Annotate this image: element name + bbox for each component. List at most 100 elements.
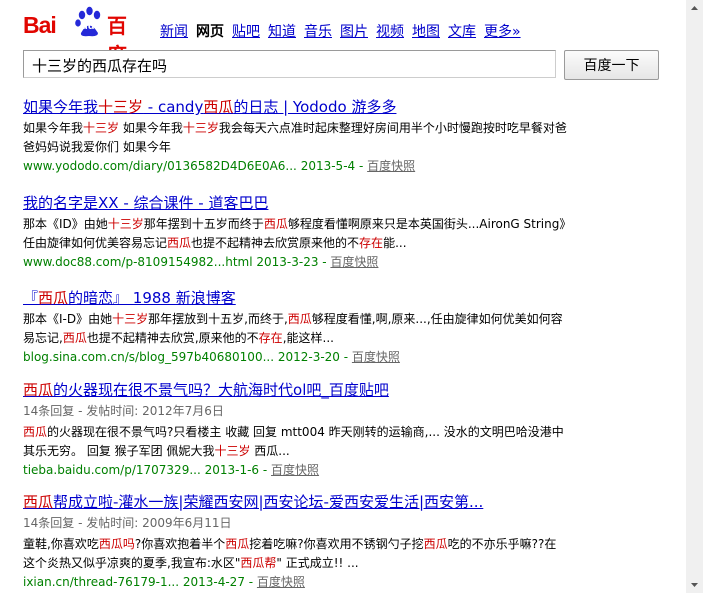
abstract-text: 西瓜... (250, 444, 290, 458)
highlight-text: 西瓜 (62, 331, 87, 345)
nav-item: 网页 (196, 24, 224, 40)
highlight-text: 西瓜 (203, 98, 234, 116)
result-title: 西瓜帮成立啦-灌水一族|荣耀西安网|西安论坛-爱西安爱生活|西安第... (23, 492, 568, 512)
abstract-text: 也提不起精神去欣赏原来他的不 (191, 236, 360, 250)
result-url-text: www.yododo.com/diary/0136582D4D6E0A6... … (23, 159, 368, 173)
abstract-text: " 正式成立!! ... (276, 556, 359, 570)
nav-item[interactable]: 知道 (268, 24, 296, 40)
snapshot-link[interactable]: 百度快照 (271, 463, 319, 477)
snapshot-link[interactable]: 百度快照 (257, 575, 305, 589)
nav-item[interactable]: 更多» (484, 24, 521, 40)
search-result: 『西瓜的暗恋』 1988 新浪博客 那本《I-D》由她十三岁那年摆放到十五岁,而终… (23, 288, 568, 366)
result-url: www.yododo.com/diary/0136582D4D6E0A6... … (23, 157, 568, 175)
result-title: 如果今年我十三岁 - candy西瓜的日志 | Yododo 游多多 (23, 97, 568, 117)
result-title-link[interactable]: 西瓜帮成立啦-灌水一族|荣耀西安网|西安论坛-爱西安爱生活|西安第... (23, 493, 483, 511)
nav-item[interactable]: 音乐 (304, 24, 332, 40)
highlight-text: 西瓜 (167, 236, 192, 250)
logo-du-text: du (81, 20, 95, 32)
baidu-logo[interactable]: Bai du 百度 (23, 6, 138, 67)
abstract-text: 那年摆放到十五岁,而终于, (148, 312, 288, 326)
result-title-link[interactable]: 西瓜的火器现在很不景气吗？大航海时代ol吧_百度贴吧 (23, 381, 389, 399)
result-url-text: www.doc88.com/p-8109154982...html 2013-3… (23, 255, 331, 269)
scroll-up-arrow-icon[interactable] (688, 2, 701, 15)
title-text: 『 (23, 289, 39, 307)
nav-item[interactable]: 文库 (448, 24, 476, 40)
title-text: 的暗恋』 1988 新浪博客 (68, 289, 236, 307)
abstract-text: ,能这样... (282, 331, 334, 345)
result-abstract: 西瓜的火器现在很不景气吗?只看楼主 收藏 回复 mtt004 昨天刚转的运输商,… (23, 423, 568, 461)
result-title: 西瓜的火器现在很不景气吗？大航海时代ol吧_百度贴吧 (23, 380, 568, 400)
highlight-text: 存在 (359, 236, 384, 250)
search-button[interactable]: 百度一下 (564, 50, 659, 80)
scrollbar[interactable] (686, 0, 703, 593)
abstract-text: 童鞋,你喜欢吃 (23, 537, 99, 551)
search-result: 我的名字是XX - 综合课件 - 道客巴巴那本《ID》由她十三岁那年摆到十五岁而… (23, 193, 568, 271)
title-text: 如果今年我 (23, 98, 99, 116)
nav-item[interactable]: 新闻 (160, 24, 188, 40)
title-text: 的日志 | Yododo 游多多 (233, 98, 397, 116)
nav-bar: 新闻 网页 贴吧 知道 音乐 图片 视频 地图 文库 更多» (160, 21, 529, 41)
result-title: 『西瓜的暗恋』 1988 新浪博客 (23, 288, 568, 308)
search-input[interactable] (30, 52, 554, 78)
abstract-text: ?你喜欢抱着半个 (134, 537, 226, 551)
highlight-text: 十三岁 (98, 98, 144, 116)
highlight-text: 西瓜 (23, 493, 54, 511)
abstract-text: 能... (383, 236, 407, 250)
highlight-text: 西瓜 (38, 289, 69, 307)
scroll-down-arrow-icon[interactable] (688, 578, 701, 591)
result-title-link[interactable]: 如果今年我十三岁 - candy西瓜的日志 | Yododo 游多多 (23, 98, 396, 116)
abstract-text: 的火器现在很不景气吗?只看楼主 收藏 回复 mtt004 昨天刚转的运输商,..… (23, 425, 564, 458)
result-meta: 14条回复 - 发帖时间: 2009年6月11日 (23, 516, 232, 530)
title-text: - candy (143, 98, 204, 116)
result-meta: 14条回复 - 发帖时间: 2012年7月6日 (23, 404, 224, 418)
highlight-text: 西瓜 (423, 537, 448, 551)
result-url: blog.sina.com.cn/s/blog_597b40680100... … (23, 348, 568, 366)
highlight-text: 十三岁 (182, 121, 219, 135)
result-url-text: blog.sina.com.cn/s/blog_597b40680100... … (23, 350, 352, 364)
result-abstract: 童鞋,你喜欢吃西瓜吗?你喜欢抱着半个西瓜挖着吃嘛?你喜欢用不锈钢勺子挖西瓜吃的不… (23, 535, 568, 573)
nav-item[interactable]: 地图 (412, 24, 440, 40)
highlight-text: 西瓜 (263, 217, 288, 231)
highlight-text: 西瓜 (225, 537, 250, 551)
highlight-text: 西瓜帮 (240, 556, 277, 570)
abstract-text: 挖着吃嘛?你喜欢用不锈钢勺子挖 (249, 537, 424, 551)
search-result: 西瓜的火器现在很不景气吗？大航海时代ol吧_百度贴吧 14条回复 - 发帖时间: … (23, 380, 568, 479)
result-url: ixian.cn/thread-76179-1... 2013-4-27 - 百… (23, 573, 568, 591)
highlight-text: 西瓜 (23, 381, 54, 399)
search-result: 如果今年我十三岁 - candy西瓜的日志 | Yododo 游多多 如果今年我十… (23, 97, 568, 175)
snapshot-link[interactable]: 百度快照 (330, 255, 378, 269)
highlight-text: 西瓜 (287, 312, 312, 326)
highlight-text: 十三岁 (83, 121, 120, 135)
abstract-text: 那本《I-D》由她 (23, 312, 113, 326)
abstract-text: 那年摆到十五岁而终于 (143, 217, 264, 231)
nav-item[interactable]: 视频 (376, 24, 404, 40)
title-text: 帮成立啦-灌水一族|荣耀西安网|西安论坛-爱西安爱生活|西安第... (53, 493, 484, 511)
result-url: www.doc88.com/p-8109154982...html 2013-3… (23, 253, 568, 271)
abstract-text: 如果今年我 (119, 121, 183, 135)
abstract-text: 如果今年我 (23, 121, 84, 135)
search-result: 西瓜帮成立啦-灌水一族|荣耀西安网|西安论坛-爱西安爱生活|西安第... 14条回… (23, 492, 568, 591)
result-abstract: 如果今年我十三岁 如果今年我十三岁我会每天六点准时起床整理好房间用半个小时慢跑按… (23, 119, 568, 157)
header: Bai du 百度 新闻网页贴吧知道音乐图片视频地图文库更多» (0, 0, 703, 67)
snapshot-link[interactable]: 百度快照 (352, 350, 400, 364)
result-abstract: 那本《ID》由她十三岁那年摆到十五岁而终于西瓜够程度看懂啊原来只是本英国街头..… (23, 215, 568, 253)
snapshot-link[interactable]: 百度快照 (367, 159, 415, 173)
title-text: 我的名字是XX - 综合课件 - 道客巴巴 (23, 194, 269, 212)
nav-item[interactable]: 贴吧 (232, 24, 260, 40)
result-title-link[interactable]: 我的名字是XX - 综合课件 - 道客巴巴 (23, 194, 268, 212)
result-title-link[interactable]: 『西瓜的暗恋』 1988 新浪博客 (23, 289, 236, 307)
result-title: 我的名字是XX - 综合课件 - 道客巴巴 (23, 193, 568, 213)
highlight-text: 十三岁 (107, 217, 144, 231)
highlight-text: 西瓜 (23, 425, 48, 439)
search-box (23, 50, 556, 78)
abstract-text: 那本《ID》由她 (23, 217, 108, 231)
highlight-text: 十三岁 (214, 444, 251, 458)
abstract-text: 也提不起精神去欣赏,原来他的不 (86, 331, 259, 345)
highlight-text: 存在 (258, 331, 283, 345)
result-url-text: tieba.baidu.com/p/1707329... 2013-1-6 - (23, 463, 272, 477)
highlight-text: 十三岁 (112, 312, 149, 326)
result-abstract: 那本《I-D》由她十三岁那年摆放到十五岁,而终于,西瓜够程度看懂,啊,原来...… (23, 310, 568, 348)
title-text: 的火器现在很不景气吗？大航海时代ol吧_百度贴吧 (53, 381, 389, 399)
logo-bai-text: Bai (23, 12, 57, 38)
nav-item[interactable]: 图片 (340, 24, 368, 40)
